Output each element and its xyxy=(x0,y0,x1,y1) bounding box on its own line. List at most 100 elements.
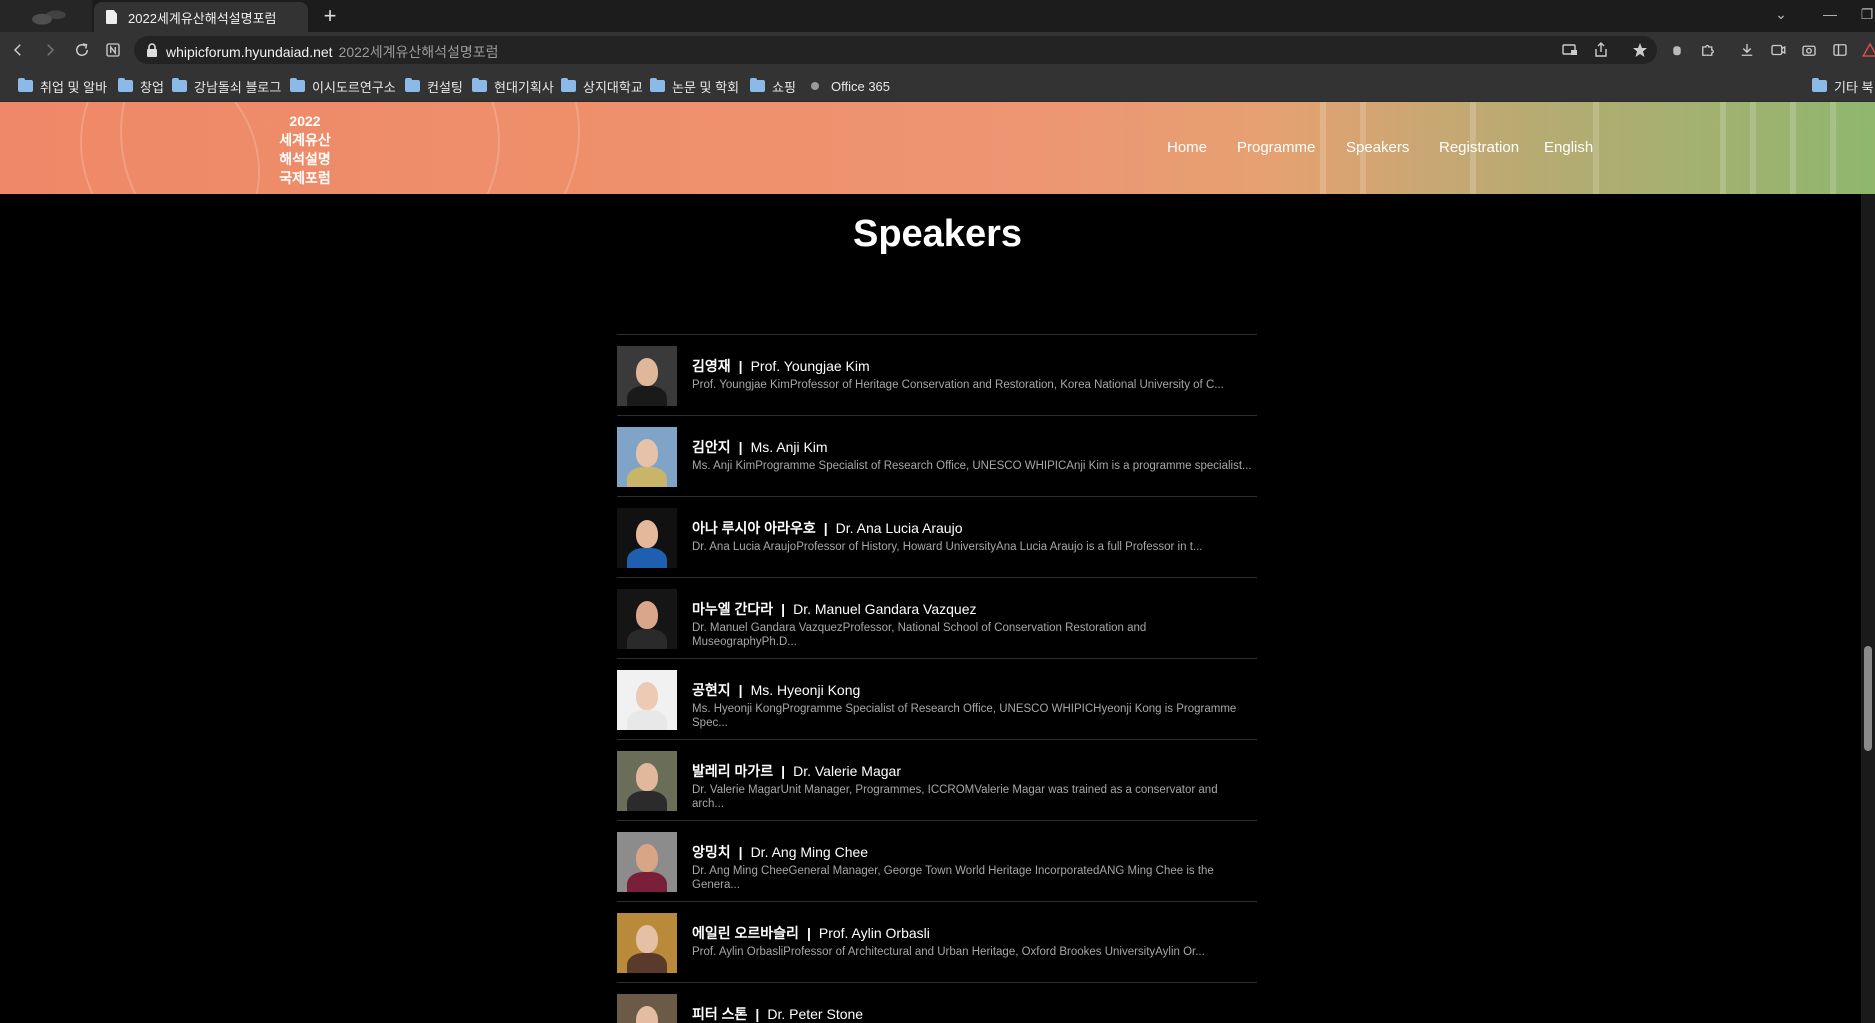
nav-language-english[interactable]: English xyxy=(1544,139,1593,156)
bookmark-item[interactable]: 쇼핑 xyxy=(750,77,796,95)
speaker-photo-body xyxy=(627,872,667,892)
speaker-description: Dr. Ana Lucia AraujoProfessor of History… xyxy=(692,541,1203,553)
bookmark-item[interactable]: 창업 xyxy=(118,77,164,95)
speaker-photo[interactable] xyxy=(617,994,677,1023)
address-bar[interactable]: whipicforum.hyundaiad.net 2022세계유산해석설명포럼 xyxy=(134,36,1657,64)
name-separator: | xyxy=(738,844,743,860)
speaker-photo[interactable] xyxy=(617,346,677,406)
warning-button[interactable] xyxy=(1858,38,1875,62)
sidebar-button[interactable] xyxy=(1828,38,1852,62)
speaker-name[interactable]: 공현지 | Ms. Hyeonji Kong xyxy=(692,680,860,700)
reload-button[interactable] xyxy=(70,38,94,62)
forward-button[interactable] xyxy=(38,38,62,62)
media-icon xyxy=(1771,44,1786,56)
speaker-photo[interactable] xyxy=(617,913,677,973)
forum-logo[interactable]: 2022 세계유산 해석설명 국제포럼 xyxy=(270,112,340,188)
back-button[interactable] xyxy=(6,38,30,62)
site-icon xyxy=(811,82,819,90)
new-tab-button[interactable]: + xyxy=(318,4,342,28)
folder-icon xyxy=(650,78,665,92)
bookmark-item[interactable]: 강남돌쇠 블로그 xyxy=(172,77,281,95)
speaker-name[interactable]: 김영재 | Prof. Youngjae Kim xyxy=(692,356,870,376)
back-arrow-icon xyxy=(13,44,21,56)
restore-button[interactable]: ❐ xyxy=(1852,0,1875,28)
page-scrollbar[interactable] xyxy=(1861,194,1875,1023)
favorites-button[interactable] xyxy=(1630,40,1650,60)
speaker-name[interactable]: 김안지 | Ms. Anji Kim xyxy=(692,437,828,457)
minimize-button[interactable]: — xyxy=(1815,0,1845,28)
browser-tab-bar: 2022세계유산해석설명포럼 + ⌄ — ❐ xyxy=(0,0,1875,32)
nav-home[interactable]: Home xyxy=(1167,139,1207,156)
inactive-tab[interactable] xyxy=(0,0,92,32)
bookmark-label: 논문 및 학회 xyxy=(672,79,740,95)
site-header: 2022 세계유산 해석설명 국제포럼 Home Programme Speak… xyxy=(0,102,1875,194)
speaker-row[interactable]: 발레리 마가르 | Dr. Valerie Magar Dr. Valerie Mag… xyxy=(617,739,1257,820)
scrollbar-thumb[interactable] xyxy=(1864,646,1872,751)
folder-icon xyxy=(472,78,487,92)
media-button[interactable] xyxy=(1766,38,1790,62)
speaker-row[interactable]: 피터 스톤 | Dr. Peter Stone xyxy=(617,982,1257,1023)
folder-icon xyxy=(290,78,305,92)
speaker-photo-body xyxy=(627,467,667,487)
speaker-name-english: Dr. Peter Stone xyxy=(767,1006,864,1022)
tab-search-dropdown-button[interactable]: ⌄ xyxy=(1766,0,1796,28)
nav-registration[interactable]: Registration xyxy=(1439,139,1519,156)
decorative-stripe xyxy=(1720,102,1726,194)
speaker-row[interactable]: 김안지 | Ms. Anji Kim Ms. Anji KimProgramme Sp… xyxy=(617,415,1257,496)
cast-button[interactable] xyxy=(1560,40,1580,60)
bookmark-item[interactable]: 현대기획사 xyxy=(472,77,554,95)
speaker-description: Prof. Youngjae KimProfessor of Heritage … xyxy=(692,379,1224,391)
share-icon xyxy=(1595,42,1607,57)
speaker-row[interactable]: 에일린 오르바슬리 | Prof. Aylin Orbasli Prof. Aylin… xyxy=(617,901,1257,982)
extension-n-button[interactable] xyxy=(101,38,125,62)
bookmark-label: 쇼핑 xyxy=(772,79,796,95)
speaker-list: 김영재 | Prof. Youngjae Kim Prof. Youngjae Kim… xyxy=(617,334,1257,1023)
speaker-name-korean: 김영재 xyxy=(692,358,731,374)
tracking-button[interactable] xyxy=(1665,38,1689,62)
logo-line: 국제포럼 xyxy=(279,170,331,186)
screenshot-button[interactable] xyxy=(1797,38,1821,62)
speaker-row[interactable]: 김영재 | Prof. Youngjae Kim Prof. Youngjae Kim… xyxy=(617,334,1257,415)
speaker-row[interactable]: 공현지 | Ms. Hyeonji Kong Ms. Hyeonji KongProg… xyxy=(617,658,1257,739)
n-logo-icon xyxy=(106,43,120,57)
bookmark-item[interactable]: 취업 및 알바 xyxy=(18,77,107,95)
speaker-row[interactable]: 앙밍치 | Dr. Ang Ming Chee Dr. Ang Ming CheeGe… xyxy=(617,820,1257,901)
share-button[interactable] xyxy=(1591,40,1611,60)
speaker-name[interactable]: 발레리 마가르 | Dr. Valerie Magar xyxy=(692,761,901,781)
speaker-row[interactable]: 아나 루시아 아라우호 | Dr. Ana Lucia Araujo Dr. Ana … xyxy=(617,496,1257,577)
logo-line: 세계유산 xyxy=(279,132,331,148)
speaker-photo[interactable] xyxy=(617,832,677,892)
speaker-name-english: Dr. Manuel Gandara Vazquez xyxy=(793,601,977,617)
speaker-name[interactable]: 마누엘 간다라 | Dr. Manuel Gandara Vazquez xyxy=(692,599,977,619)
speaker-row[interactable]: 마누엘 간다라 | Dr. Manuel Gandara Vazquez Dr. Ma… xyxy=(617,577,1257,658)
speaker-name[interactable]: 피터 스톤 | Dr. Peter Stone xyxy=(692,1004,863,1023)
speaker-photo[interactable] xyxy=(617,751,677,811)
bookmark-item[interactable]: 논문 및 학회 xyxy=(650,77,739,95)
folder-icon xyxy=(18,78,33,92)
name-separator: | xyxy=(738,682,743,698)
speaker-name[interactable]: 아나 루시아 아라우호 | Dr. Ana Lucia Araujo xyxy=(692,518,963,538)
downloads-button[interactable] xyxy=(1735,38,1759,62)
extensions-button[interactable] xyxy=(1696,38,1720,62)
bookmark-item[interactable]: Office 365 xyxy=(807,77,890,95)
speaker-description: Dr. Ang Ming CheeGeneral Manager, George… xyxy=(692,865,1214,891)
speaker-photo[interactable] xyxy=(617,427,677,487)
speaker-name[interactable]: 앙밍치 | Dr. Ang Ming Chee xyxy=(692,842,868,862)
tab-thumbnail-icon xyxy=(26,6,66,28)
speaker-photo[interactable] xyxy=(617,589,677,649)
bookmark-item[interactable]: 상지대학교 xyxy=(561,77,643,95)
nav-programme[interactable]: Programme xyxy=(1237,139,1315,156)
folder-icon xyxy=(172,78,187,92)
speaker-photo-face xyxy=(636,925,658,953)
nav-speakers[interactable]: Speakers xyxy=(1346,139,1409,156)
other-bookmarks[interactable]: 기타 북 xyxy=(1812,77,1874,95)
sidebar-icon xyxy=(1833,44,1847,56)
active-tab[interactable]: 2022세계유산해석설명포럼 xyxy=(94,2,308,32)
speaker-photo[interactable] xyxy=(617,670,677,730)
bookmark-item[interactable]: 컨설팅 xyxy=(405,77,463,95)
bookmark-item[interactable]: 이시도르연구소 xyxy=(290,77,396,95)
speaker-name[interactable]: 에일린 오르바슬리 | Prof. Aylin Orbasli xyxy=(692,923,930,943)
speaker-name-english: Prof. Aylin Orbasli xyxy=(818,925,930,941)
speaker-photo[interactable] xyxy=(617,508,677,568)
bookmark-label: 이시도르연구소 xyxy=(312,79,396,95)
